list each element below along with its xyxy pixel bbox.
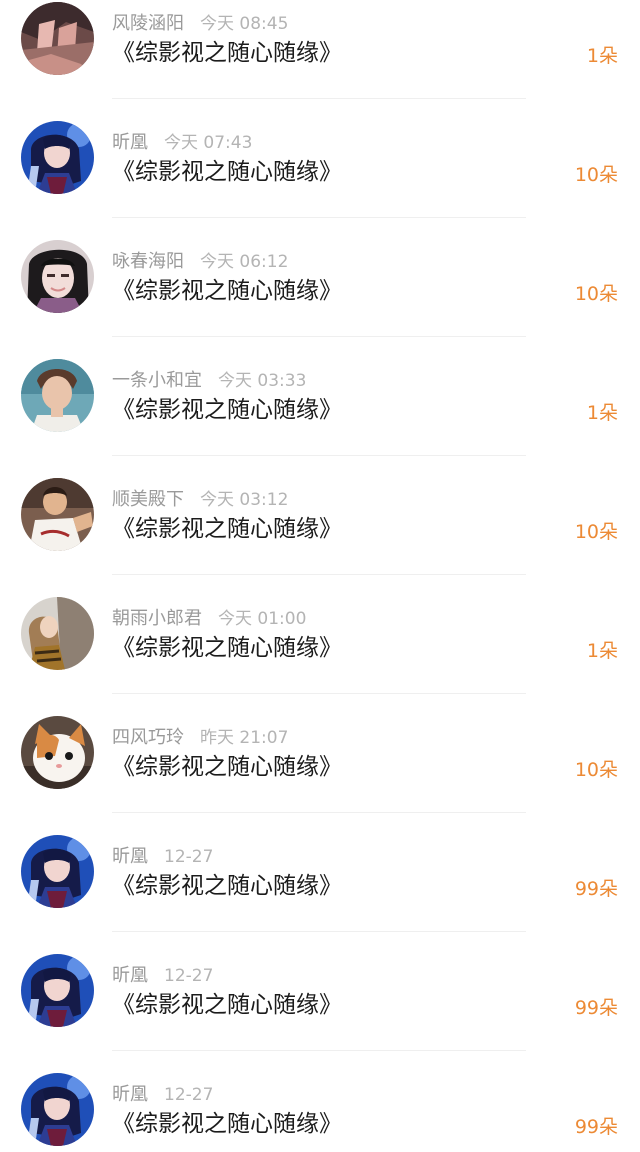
anime-girl-avatar-icon xyxy=(21,954,94,1027)
record-meta: 咏春海阳 今天 06:12 xyxy=(112,250,288,274)
avatar[interactable] xyxy=(21,597,94,670)
work-title[interactable]: 《综影视之随心随缘》 xyxy=(112,1109,342,1139)
sender-name[interactable]: 昕凰 xyxy=(112,132,148,153)
list-item[interactable]: 昕凰 今天 07:43 《综影视之随心随缘》 10朵 xyxy=(0,119,640,238)
avatar[interactable] xyxy=(21,2,94,75)
work-title[interactable]: 《综影视之随心随缘》 xyxy=(112,157,342,187)
anime-girl-avatar-icon xyxy=(21,835,94,908)
divider xyxy=(112,98,526,99)
record-time: 昨天 21:07 xyxy=(200,728,289,748)
record-time: 今天 03:12 xyxy=(200,490,289,510)
divider xyxy=(112,574,526,575)
sender-name[interactable]: 昕凰 xyxy=(112,846,148,867)
record-time: 12-27 xyxy=(164,1085,214,1105)
avatar[interactable] xyxy=(21,478,94,551)
sender-name[interactable]: 朝雨小郎君 xyxy=(112,608,202,629)
work-title[interactable]: 《综影视之随心随缘》 xyxy=(112,514,342,544)
gift-count: 10朵 xyxy=(574,759,618,781)
avatar[interactable] xyxy=(21,1073,94,1146)
gift-count: 1朵 xyxy=(586,45,618,67)
gift-count: 1朵 xyxy=(586,402,618,424)
work-title[interactable]: 《综影视之随心随缘》 xyxy=(112,990,342,1020)
cat-avatar-icon xyxy=(21,716,94,789)
anime-girl-avatar-icon xyxy=(21,1073,94,1146)
avatar[interactable] xyxy=(21,240,94,313)
divider xyxy=(112,812,526,813)
record-time: 今天 03:33 xyxy=(218,371,307,391)
avatar[interactable] xyxy=(21,359,94,432)
list-item[interactable]: 昕凰 12-27 《综影视之随心随缘》 99朵 xyxy=(0,1071,640,1152)
photo-avatar-icon xyxy=(21,2,94,75)
record-meta: 昕凰 12-27 xyxy=(112,964,213,988)
divider xyxy=(112,931,526,932)
gift-count: 10朵 xyxy=(574,164,618,186)
record-meta: 顺美殿下 今天 03:12 xyxy=(112,488,288,512)
record-time: 今天 07:43 xyxy=(164,133,253,153)
gift-count: 99朵 xyxy=(574,997,618,1019)
gift-record-list: 风陵涵阳 今天 08:45 《综影视之随心随缘》 1朵 昕凰 今天 07:43 《综… xyxy=(0,0,640,1152)
avatar[interactable] xyxy=(21,954,94,1027)
divider xyxy=(112,693,526,694)
sender-name[interactable]: 风陵涵阳 xyxy=(112,13,184,34)
sender-name[interactable]: 四风巧玲 xyxy=(112,727,184,748)
gift-count: 1朵 xyxy=(586,640,618,662)
sender-name[interactable]: 一条小和宜 xyxy=(112,370,202,391)
gift-count: 99朵 xyxy=(574,1116,618,1138)
record-time: 12-27 xyxy=(164,847,214,867)
work-title[interactable]: 《综影视之随心随缘》 xyxy=(112,633,342,663)
work-title[interactable]: 《综影视之随心随缘》 xyxy=(112,395,342,425)
list-item[interactable]: 昕凰 12-27 《综影视之随心随缘》 99朵 xyxy=(0,952,640,1071)
sender-name[interactable]: 顺美殿下 xyxy=(112,489,184,510)
avatar[interactable] xyxy=(21,121,94,194)
work-title[interactable]: 《综影视之随心随缘》 xyxy=(112,871,342,901)
list-item[interactable]: 顺美殿下 今天 03:12 《综影视之随心随缘》 10朵 xyxy=(0,476,640,595)
divider xyxy=(112,336,526,337)
record-meta: 昕凰 12-27 xyxy=(112,1083,213,1107)
list-item[interactable]: 咏春海阳 今天 06:12 《综影视之随心随缘》 10朵 xyxy=(0,238,640,357)
gift-count: 10朵 xyxy=(574,521,618,543)
photo-avatar-icon xyxy=(21,240,94,313)
divider xyxy=(112,455,526,456)
sender-name[interactable]: 昕凰 xyxy=(112,1084,148,1105)
sender-name[interactable]: 咏春海阳 xyxy=(112,251,184,272)
divider xyxy=(112,217,526,218)
divider xyxy=(112,1050,526,1051)
record-time: 今天 01:00 xyxy=(218,609,307,629)
record-time: 今天 06:12 xyxy=(200,252,289,272)
record-meta: 昕凰 今天 07:43 xyxy=(112,131,252,155)
anime-girl-avatar-icon xyxy=(21,121,94,194)
photo-avatar-icon xyxy=(21,359,94,432)
list-item[interactable]: 风陵涵阳 今天 08:45 《综影视之随心随缘》 1朵 xyxy=(0,0,640,119)
list-item[interactable]: 一条小和宜 今天 03:33 《综影视之随心随缘》 1朵 xyxy=(0,357,640,476)
record-meta: 四风巧玲 昨天 21:07 xyxy=(112,726,288,750)
photo-avatar-icon xyxy=(21,597,94,670)
list-item[interactable]: 四风巧玲 昨天 21:07 《综影视之随心随缘》 10朵 xyxy=(0,714,640,833)
gift-count: 10朵 xyxy=(574,283,618,305)
avatar[interactable] xyxy=(21,716,94,789)
avatar[interactable] xyxy=(21,835,94,908)
record-time: 12-27 xyxy=(164,966,214,986)
record-meta: 朝雨小郎君 今天 01:00 xyxy=(112,607,306,631)
work-title[interactable]: 《综影视之随心随缘》 xyxy=(112,752,342,782)
list-item[interactable]: 昕凰 12-27 《综影视之随心随缘》 99朵 xyxy=(0,833,640,952)
record-meta: 风陵涵阳 今天 08:45 xyxy=(112,12,288,36)
work-title[interactable]: 《综影视之随心随缘》 xyxy=(112,38,342,68)
record-meta: 一条小和宜 今天 03:33 xyxy=(112,369,306,393)
list-item[interactable]: 朝雨小郎君 今天 01:00 《综影视之随心随缘》 1朵 xyxy=(0,595,640,714)
gift-count: 99朵 xyxy=(574,878,618,900)
sender-name[interactable]: 昕凰 xyxy=(112,965,148,986)
record-time: 今天 08:45 xyxy=(200,14,289,34)
record-meta: 昕凰 12-27 xyxy=(112,845,213,869)
photo-avatar-icon xyxy=(21,478,94,551)
work-title[interactable]: 《综影视之随心随缘》 xyxy=(112,276,342,306)
